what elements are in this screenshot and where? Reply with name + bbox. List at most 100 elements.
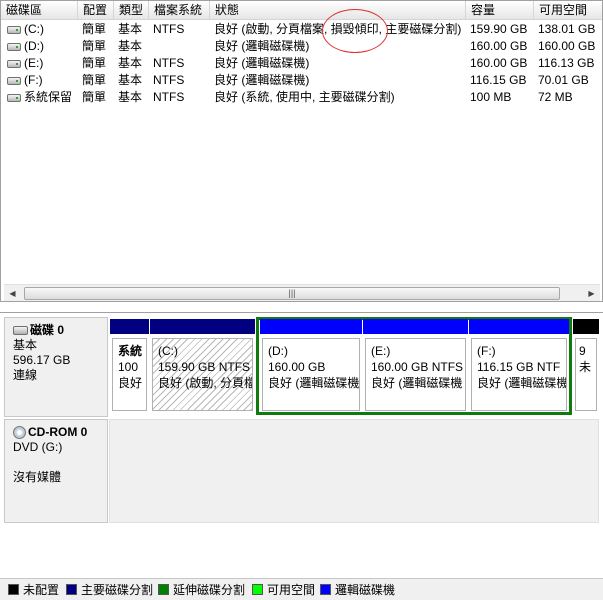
volume-row[interactable]: (F:) 簡單 基本 NTFS 良好 (邏輯磁碟機) 116.15 GB 70.…	[1, 72, 602, 89]
volume-layout: 簡單	[82, 22, 107, 36]
cdrom-title: CD-ROM 0	[28, 425, 88, 439]
partition-name: (F:)	[477, 344, 496, 358]
legend-bar: 未配置 主要磁碟分割 延伸磁碟分割 可用空間 邏輯磁碟機	[0, 578, 603, 600]
volume-layout: 簡單	[82, 56, 107, 70]
column-header-type[interactable]: 類型	[114, 1, 149, 20]
volume-status: 良好 (邏輯磁碟機)	[214, 73, 310, 87]
volume-filesystem: NTFS	[153, 90, 185, 104]
volume-capacity: 100 MB	[470, 90, 512, 104]
volume-type: 基本	[118, 90, 143, 104]
partition-color-bar	[363, 319, 468, 334]
volume-name: (D:)	[24, 39, 44, 53]
column-header-layout[interactable]: 配置	[78, 1, 114, 20]
volume-capacity: 160.00 GB	[470, 39, 528, 53]
cdrom-0-label[interactable]: CD-ROM 0 DVD (G:) 沒有媒體	[4, 419, 108, 523]
disk-state: 連線	[13, 368, 38, 382]
legend-item: 邏輯磁碟機	[320, 584, 395, 596]
cdrom-drive: DVD (G:)	[13, 440, 63, 454]
volume-row[interactable]: (C:) 簡單 基本 NTFS 良好 (啟動, 分頁檔案, 損毀傾印, 主要磁碟…	[1, 21, 602, 38]
scroll-left-arrow-icon[interactable]: ◀	[4, 285, 21, 301]
drive-icon	[7, 42, 21, 51]
volume-capacity: 116.15 GB	[470, 73, 527, 87]
disk-size: 596.17 GB	[13, 353, 71, 367]
volume-row[interactable]: (E:) 簡單 基本 NTFS 良好 (邏輯磁碟機) 160.00 GB 116…	[1, 55, 602, 72]
partition-status: 良好 (邏輯磁碟機	[477, 376, 567, 390]
scroll-right-arrow-icon[interactable]: ▶	[583, 285, 600, 301]
column-header-volume[interactable]: 磁碟區	[1, 1, 78, 20]
volume-row[interactable]: 系統保留 簡單 基本 NTFS 良好 (系統, 使用中, 主要磁碟分割) 100…	[1, 89, 602, 106]
partition-f[interactable]: (F:) 116.15 GB NTF 良好 (邏輯磁碟機	[469, 319, 569, 413]
volume-free-space: 72 MB	[538, 90, 573, 104]
volume-filesystem: NTFS	[153, 56, 185, 70]
drive-icon	[7, 76, 21, 85]
cdrom-icon	[13, 426, 26, 440]
volume-status: 良好 (系統, 使用中, 主要磁碟分割)	[214, 90, 395, 104]
cdrom-0-area[interactable]	[109, 419, 599, 523]
partition-system-reserved[interactable]: 系統 100 良好	[110, 319, 149, 413]
legend-item: 主要磁碟分割	[66, 584, 153, 596]
volume-name: (F:)	[24, 73, 43, 87]
legend-item: 延伸磁碟分割	[158, 584, 245, 596]
volume-filesystem: NTFS	[153, 73, 185, 87]
volume-capacity: 159.90 GB	[470, 22, 528, 36]
partition-color-bar	[110, 319, 149, 334]
column-header-filesystem[interactable]: 檔案系統	[149, 1, 210, 20]
legend-item: 可用空間	[252, 584, 315, 596]
volume-layout: 簡單	[82, 90, 107, 104]
drive-icon	[7, 93, 21, 102]
legend-swatch	[252, 584, 263, 595]
volume-name: (E:)	[24, 56, 44, 70]
volume-free-space: 70.01 GB	[538, 73, 589, 87]
partition-name: (C:)	[158, 344, 178, 358]
volume-type: 基本	[118, 56, 143, 70]
partition-status: 良好 (邏輯磁碟機	[371, 376, 463, 390]
disk-type: 基本	[13, 338, 38, 352]
partition-size: 9	[579, 344, 586, 358]
horizontal-scrollbar[interactable]: ◀ ||| ▶	[4, 284, 600, 301]
partition-size: 160.00 GB NTFS	[371, 360, 464, 374]
partition-size: 100	[118, 360, 139, 374]
partition-color-bar	[573, 319, 599, 334]
volume-filesystem: NTFS	[153, 22, 185, 36]
partition-d[interactable]: (D:) 160.00 GB 良好 (邏輯磁碟機	[260, 319, 362, 413]
legend-label: 未配置	[23, 583, 60, 597]
partition-status: 良好 (啟動, 分頁檔	[158, 376, 253, 390]
legend-swatch	[8, 584, 19, 595]
volume-layout: 簡單	[82, 73, 107, 87]
column-header-row: 磁碟區 配置 類型 檔案系統 狀態 容量 可用空間	[1, 1, 602, 20]
legend-swatch	[66, 584, 77, 595]
legend-swatch	[320, 584, 331, 595]
scrollbar-grip-icon: |||	[288, 288, 296, 298]
partition-unallocated[interactable]: 9 未	[573, 319, 599, 413]
partition-size: 159.90 GB NTFS	[158, 360, 251, 374]
partition-name: (D:)	[268, 344, 288, 358]
volume-type: 基本	[118, 39, 143, 53]
volume-list[interactable]: 磁碟區 配置 類型 檔案系統 狀態 容量 可用空間 (C:) 簡單 基本 NTF…	[0, 0, 603, 302]
partition-e[interactable]: (E:) 160.00 GB NTFS 良好 (邏輯磁碟機	[363, 319, 468, 413]
partition-name: (E:)	[371, 344, 391, 358]
legend-label: 邏輯磁碟機	[335, 583, 396, 597]
disk-icon	[13, 326, 28, 336]
volume-type: 基本	[118, 73, 143, 87]
drive-icon	[7, 25, 21, 34]
volume-free-space: 116.13 GB	[538, 56, 595, 70]
partition-status: 未	[579, 360, 592, 374]
column-header-capacity[interactable]: 容量	[466, 1, 534, 20]
partition-color-bar	[469, 319, 569, 334]
volume-status: 良好 (邏輯磁碟機)	[214, 56, 310, 70]
partition-status: 良好	[118, 376, 143, 390]
volume-layout: 簡單	[82, 39, 107, 53]
column-header-free-space[interactable]: 可用空間	[534, 1, 602, 20]
volume-row[interactable]: (D:) 簡單 基本 良好 (邏輯磁碟機) 160.00 GB 160.00 G…	[1, 38, 602, 55]
partition-color-bar	[260, 319, 362, 334]
volume-type: 基本	[118, 22, 143, 36]
legend-label: 主要磁碟分割	[81, 583, 154, 597]
partition-c[interactable]: (C:) 159.90 GB NTFS 良好 (啟動, 分頁檔	[150, 319, 255, 413]
scrollbar-thumb[interactable]: |||	[24, 287, 560, 300]
disk-graphical-view: 磁碟 0 基本 596.17 GB 連線 系統 100 良好 (C:) 159.…	[0, 312, 603, 576]
legend-label: 可用空間	[267, 583, 316, 597]
cdrom-media-status: 沒有媒體	[13, 470, 62, 484]
volume-free-space: 160.00 GB	[538, 39, 596, 53]
legend-item: 未配置	[8, 584, 59, 596]
disk-0-label[interactable]: 磁碟 0 基本 596.17 GB 連線	[4, 317, 108, 417]
